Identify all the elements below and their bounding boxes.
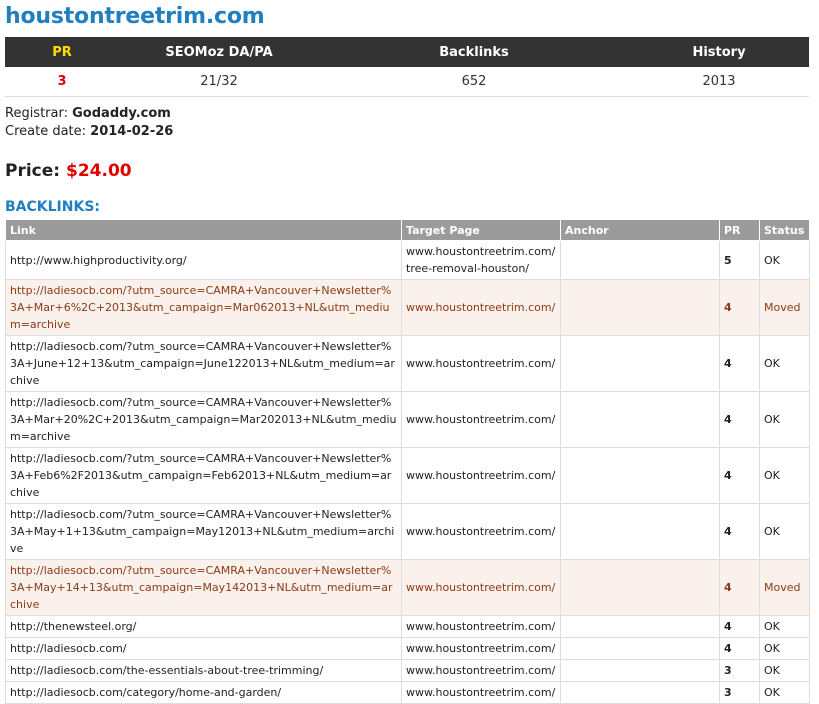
stats-value-backlinks: 652: [319, 67, 629, 97]
pr-cell: 4: [719, 391, 760, 448]
col-target-page: Target Page: [401, 219, 561, 241]
link-cell: http://ladiesocb.com/?utm_source=CAMRA+V…: [5, 559, 402, 616]
anchor-cell: [560, 279, 720, 336]
target-cell: www.houstontreetrim.com/: [401, 447, 561, 504]
stats-header-seomoz: SEOMoz DA/PA: [119, 37, 319, 67]
link-cell: http://ladiesocb.com/?utm_source=CAMRA+V…: [5, 503, 402, 560]
table-row: http://ladiesocb.com/?utm_source=CAMRA+V…: [5, 559, 810, 616]
anchor-cell: [560, 335, 720, 392]
price-value: $24.00: [66, 161, 132, 181]
stats-header-pr: PR: [5, 37, 119, 67]
status-cell: Moved: [759, 279, 810, 336]
stats-value-history: 2013: [629, 67, 809, 97]
target-cell: www.houstontreetrim.com/: [401, 335, 561, 392]
pr-cell: 4: [719, 637, 760, 660]
create-date-line: Create date: 2014-02-26: [5, 124, 173, 139]
link-cell: http://ladiesocb.com/: [5, 637, 402, 660]
anchor-cell: [560, 681, 720, 704]
price-line: Price: $24.00: [5, 161, 132, 181]
backlinks-header-row: Link Target Page Anchor PR Status: [5, 219, 810, 241]
status-cell: OK: [759, 659, 810, 682]
pr-cell: 4: [719, 447, 760, 504]
col-link: Link: [5, 219, 402, 241]
stats-header-backlinks: Backlinks: [319, 37, 629, 67]
anchor-cell: [560, 615, 720, 638]
stats-value-seomoz: 21/32: [119, 67, 319, 97]
target-cell: www.houstontreetrim.com/: [401, 615, 561, 638]
target-cell: www.houstontreetrim.com/: [401, 279, 561, 336]
pr-cell: 4: [719, 559, 760, 616]
pr-cell: 3: [719, 659, 760, 682]
stats-value-row: 3 21/32 652 2013: [5, 67, 809, 97]
anchor-cell: [560, 559, 720, 616]
backlinks-table: Link Target Page Anchor PR Status http:/…: [5, 219, 810, 704]
status-cell: OK: [759, 240, 810, 280]
col-anchor: Anchor: [560, 219, 720, 241]
anchor-cell: [560, 637, 720, 660]
target-cell: www.houstontreetrim.com/: [401, 659, 561, 682]
status-cell: OK: [759, 447, 810, 504]
status-cell: OK: [759, 335, 810, 392]
link-cell: http://ladiesocb.com/the-essentials-abou…: [5, 659, 402, 682]
status-cell: OK: [759, 681, 810, 704]
pr-cell: 3: [719, 681, 760, 704]
table-row: http://ladiesocb.com/?utm_source=CAMRA+V…: [5, 503, 810, 560]
anchor-cell: [560, 503, 720, 560]
table-row: http://ladiesocb.com/?utm_source=CAMRA+V…: [5, 335, 810, 392]
col-status: Status: [759, 219, 810, 241]
stats-header-row: PR SEOMoz DA/PA Backlinks History: [5, 37, 809, 67]
target-cell: www.houstontreetrim.com/: [401, 559, 561, 616]
link-cell: http://ladiesocb.com/category/home-and-g…: [5, 681, 402, 704]
anchor-cell: [560, 391, 720, 448]
backlinks-heading: BACKLINKS:: [5, 199, 101, 215]
target-cell: www.houstontreetrim.com/: [401, 637, 561, 660]
link-cell: http://ladiesocb.com/?utm_source=CAMRA+V…: [5, 447, 402, 504]
status-cell: OK: [759, 503, 810, 560]
stats-value-pr: 3: [5, 67, 119, 97]
target-cell: www.houstontreetrim.com/: [401, 503, 561, 560]
status-cell: Moved: [759, 559, 810, 616]
link-cell: http://ladiesocb.com/?utm_source=CAMRA+V…: [5, 279, 402, 336]
create-date-label: Create date:: [5, 124, 87, 139]
pr-cell: 5: [719, 240, 760, 280]
stats-table: PR SEOMoz DA/PA Backlinks History 3 21/3…: [5, 37, 809, 97]
status-cell: OK: [759, 637, 810, 660]
pr-cell: 4: [719, 279, 760, 336]
table-row: http://www.highproductivity.org/ www.hou…: [5, 240, 810, 280]
price-label: Price:: [5, 161, 61, 181]
target-cell: www.houstontreetrim.com/: [401, 391, 561, 448]
table-row: http://thenewsteel.org/ www.houstontreet…: [5, 615, 810, 638]
anchor-cell: [560, 447, 720, 504]
table-row: http://ladiesocb.com/the-essentials-abou…: [5, 659, 810, 682]
registrar-label: Registrar:: [5, 106, 68, 121]
table-row: http://ladiesocb.com/?utm_source=CAMRA+V…: [5, 447, 810, 504]
pr-cell: 4: [719, 335, 760, 392]
target-cell: www.houstontreetrim.com/: [401, 681, 561, 704]
registrar-line: Registrar: Godaddy.com: [5, 106, 171, 121]
create-date-value: 2014-02-26: [90, 124, 174, 139]
table-row: http://ladiesocb.com/category/home-and-g…: [5, 681, 810, 704]
link-cell: http://ladiesocb.com/?utm_source=CAMRA+V…: [5, 391, 402, 448]
status-cell: OK: [759, 391, 810, 448]
col-pr: PR: [719, 219, 760, 241]
registrar-value: Godaddy.com: [72, 106, 171, 121]
table-row: http://ladiesocb.com/ www.houstontreetri…: [5, 637, 810, 660]
link-cell: http://thenewsteel.org/: [5, 615, 402, 638]
anchor-cell: [560, 240, 720, 280]
status-cell: OK: [759, 615, 810, 638]
pr-cell: 4: [719, 503, 760, 560]
pr-cell: 4: [719, 615, 760, 638]
anchor-cell: [560, 659, 720, 682]
target-cell: www.houstontreetrim.com/tree-removal-hou…: [401, 240, 561, 280]
domain-title: houstontreetrim.com: [5, 4, 265, 29]
link-cell: http://ladiesocb.com/?utm_source=CAMRA+V…: [5, 335, 402, 392]
table-row: http://ladiesocb.com/?utm_source=CAMRA+V…: [5, 279, 810, 336]
stats-header-history: History: [629, 37, 809, 67]
table-row: http://ladiesocb.com/?utm_source=CAMRA+V…: [5, 391, 810, 448]
link-cell: http://www.highproductivity.org/: [5, 240, 402, 280]
